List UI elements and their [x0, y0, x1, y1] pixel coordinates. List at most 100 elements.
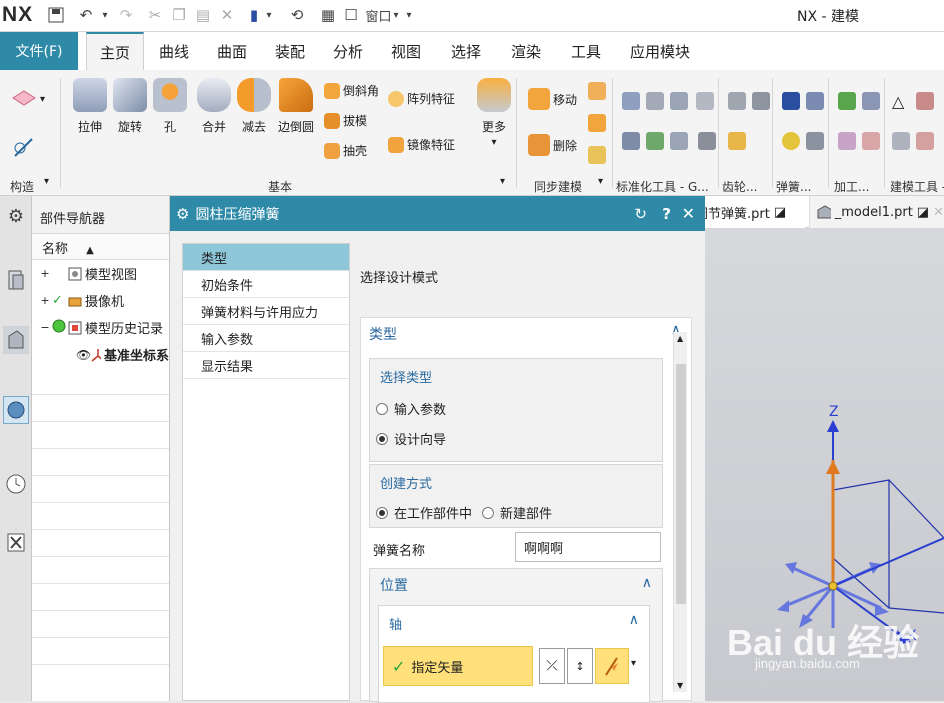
repeat-command-icon[interactable]: ⟲ — [288, 4, 306, 26]
delete-face-button[interactable]: 删除 — [528, 134, 577, 156]
undo-dropdown-icon[interactable]: ▾ — [100, 4, 110, 26]
tab-analysis[interactable]: 分析 — [322, 32, 374, 70]
dialog-title-bar[interactable]: ⚙ 圆柱压缩弹簧 ↻ ? ✕ — [170, 196, 705, 231]
gear-tool-1-icon[interactable] — [728, 92, 746, 110]
touch-dropdown-icon[interactable]: ▾ — [264, 4, 274, 26]
tab-home[interactable]: 主页 — [86, 32, 144, 70]
tab-view[interactable]: 视图 — [380, 32, 432, 70]
sketch-icon[interactable] — [12, 90, 36, 108]
save-icon[interactable] — [46, 4, 66, 26]
machining-tool-3-icon[interactable] — [838, 132, 856, 150]
subtract-button[interactable]: 减去 — [232, 78, 276, 135]
undo-icon[interactable]: ↶ — [74, 4, 98, 26]
gear-tool-3-icon[interactable] — [728, 132, 746, 150]
spring-name-input[interactable]: 啊啊啊 — [515, 532, 661, 562]
expand-icon[interactable]: + — [38, 267, 52, 280]
cut-icon[interactable]: ✂ — [146, 4, 164, 26]
edge-blend-button[interactable]: 边倒圆 — [274, 78, 318, 135]
shell-button[interactable]: 抽壳 — [324, 142, 367, 159]
graphics-viewport[interactable]: Z X Bai du 经验 jingyan.baidu.com — [705, 228, 944, 701]
gc-tool-6-icon[interactable] — [646, 132, 664, 150]
scrollbar-thumb[interactable] — [676, 364, 686, 604]
axis-collapse-chevron-icon[interactable]: ∧ — [629, 612, 639, 628]
step-input-params[interactable]: 输入参数 — [183, 325, 349, 352]
type-section-header[interactable]: 类型 ∧ — [361, 318, 691, 348]
redo-icon[interactable]: ↷ — [116, 4, 136, 26]
copy-icon[interactable]: ❐ — [170, 4, 188, 26]
spring-tool-2-icon[interactable] — [806, 92, 824, 110]
spring-tool-3-icon[interactable] — [782, 132, 800, 150]
panel-scrollbar[interactable]: ▲ ▼ — [673, 332, 687, 692]
step-initial-conditions[interactable]: 初始条件 — [183, 271, 349, 298]
paste-icon[interactable]: ▤ — [194, 4, 212, 26]
gc-tool-1-icon[interactable] — [622, 92, 640, 110]
window-switch-icon[interactable]: ▦ — [318, 4, 338, 26]
inferred-vector-icon[interactable] — [595, 648, 629, 684]
tree-item-model-views[interactable]: + 模型视图 — [32, 260, 169, 287]
window-icon[interactable]: ☐ — [342, 4, 360, 26]
triangle-tool-icon[interactable]: △ — [892, 92, 910, 111]
move-face-button[interactable]: 移动 — [528, 88, 577, 110]
tab-tools[interactable]: 工具 — [560, 32, 612, 70]
step-type[interactable]: 类型 — [183, 244, 349, 271]
vector-dialog-icon[interactable]: ↕ — [567, 648, 593, 684]
assembly-navigator-icon[interactable] — [3, 266, 29, 294]
datum-sketch-icon[interactable] — [12, 134, 33, 157]
radio-input-params[interactable]: 输入参数 — [376, 399, 446, 418]
gc-tool-8-icon[interactable] — [698, 132, 716, 150]
spring-tool-4-icon[interactable] — [806, 132, 824, 150]
close-tab-icon[interactable]: ✕ — [933, 205, 944, 220]
machining-tool-1-icon[interactable] — [838, 92, 856, 110]
pattern-feature-button[interactable]: 阵列特征 — [388, 90, 455, 107]
collapse-icon[interactable]: − — [38, 321, 52, 334]
help-icon[interactable]: ? — [662, 205, 671, 223]
more-button[interactable]: 更多 ▾ — [472, 78, 516, 148]
hole-button[interactable]: 孔 — [148, 78, 192, 135]
name-column-header[interactable]: 名称 ▲ — [32, 234, 169, 260]
machining-tool-2-icon[interactable] — [862, 92, 880, 110]
scroll-up-icon[interactable]: ▲ — [677, 334, 683, 343]
tree-item-cameras[interactable]: + ✓ 摄像机 — [32, 287, 169, 314]
modeling-tool-3-icon[interactable] — [892, 132, 910, 150]
resource-settings-icon[interactable]: ⚙ — [3, 202, 29, 230]
vector-dropdown-icon[interactable]: ▾ — [631, 658, 636, 669]
gc-tool-4-icon[interactable] — [696, 92, 714, 110]
chamfer-button[interactable]: 倒斜角 — [324, 82, 379, 99]
customize-icon[interactable]: ▾ — [404, 4, 414, 26]
modeling-tool-4-icon[interactable] — [916, 132, 934, 150]
draft-button[interactable]: 拔模 — [324, 112, 367, 129]
radio-new-part[interactable]: 新建部件 — [482, 503, 552, 522]
history-icon[interactable] — [3, 470, 29, 498]
tab-surface[interactable]: 曲面 — [206, 32, 258, 70]
replace-face-icon[interactable] — [588, 82, 606, 100]
tab-curve[interactable]: 曲线 — [148, 32, 200, 70]
doc-tab-model1[interactable]: _model1.prt ◪ ✕ — [809, 196, 944, 228]
tree-item-datum-csys[interactable]: 👁 基准坐标系 — [32, 341, 169, 368]
sketch-dropdown-icon[interactable]: ▾ — [40, 94, 58, 112]
close-icon[interactable]: ✕ — [682, 204, 695, 223]
gear-tool-2-icon[interactable] — [752, 92, 770, 110]
step-display-result[interactable]: 显示结果 — [183, 352, 349, 379]
tab-assembly[interactable]: 装配 — [264, 32, 316, 70]
gc-tool-7-icon[interactable] — [670, 132, 688, 150]
extrude-button[interactable]: 拉伸 — [68, 78, 112, 135]
scroll-down-icon[interactable]: ▼ — [677, 681, 683, 690]
reset-icon[interactable]: ↻ — [634, 205, 647, 223]
machining-tool-4-icon[interactable] — [862, 132, 880, 150]
gc-tool-2-icon[interactable] — [646, 92, 664, 110]
doc-tab-spring[interactable]: 调节弹簧.prt ◪ — [705, 196, 805, 228]
sync-group-dropdown-icon[interactable]: ▾ — [598, 176, 616, 194]
radio-in-work-part[interactable]: 在工作部件中 — [376, 503, 472, 522]
visibility-eye-icon[interactable]: 👁 — [76, 348, 91, 362]
tab-applications[interactable]: 应用模块 — [624, 32, 696, 70]
gc-tool-3-icon[interactable] — [670, 92, 688, 110]
tab-render[interactable]: 渲染 — [500, 32, 552, 70]
role-tools-icon[interactable] — [3, 528, 29, 556]
reverse-direction-icon[interactable]: ⤫ — [539, 648, 565, 684]
unite-button[interactable]: 合并 — [192, 78, 236, 135]
gc-tool-5-icon[interactable] — [622, 132, 640, 150]
tab-file[interactable]: 文件(F) — [0, 32, 78, 70]
specify-vector-selector[interactable]: ✓ 指定矢量 — [383, 646, 533, 686]
offset-region-icon[interactable] — [588, 114, 606, 132]
position-collapse-chevron-icon[interactable]: ∧ — [642, 575, 652, 591]
